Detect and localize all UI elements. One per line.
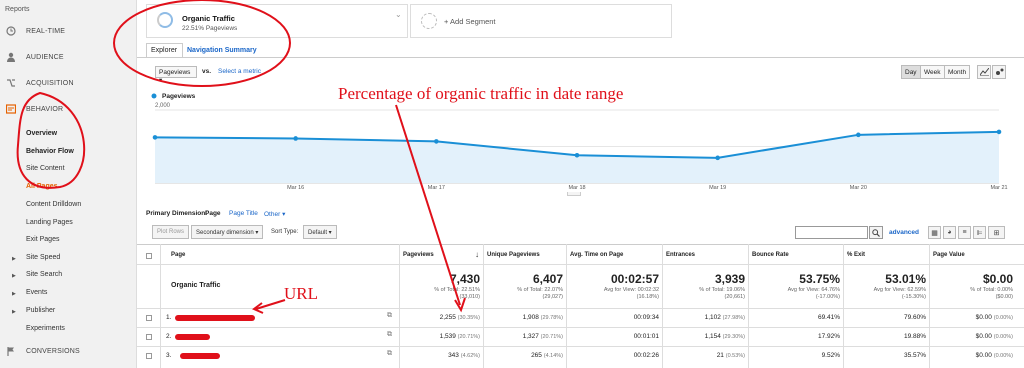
annotation-circle-sidebar (16, 91, 86, 189)
annotation-url-note: URL (284, 284, 318, 303)
annotation-arrow-percentage (395, 104, 461, 306)
annotation-circle-segment (113, 0, 291, 87)
annotation-overlay (16, 0, 466, 314)
annotation-percentage-note: Percentage of organic traffic in date ra… (338, 84, 624, 103)
